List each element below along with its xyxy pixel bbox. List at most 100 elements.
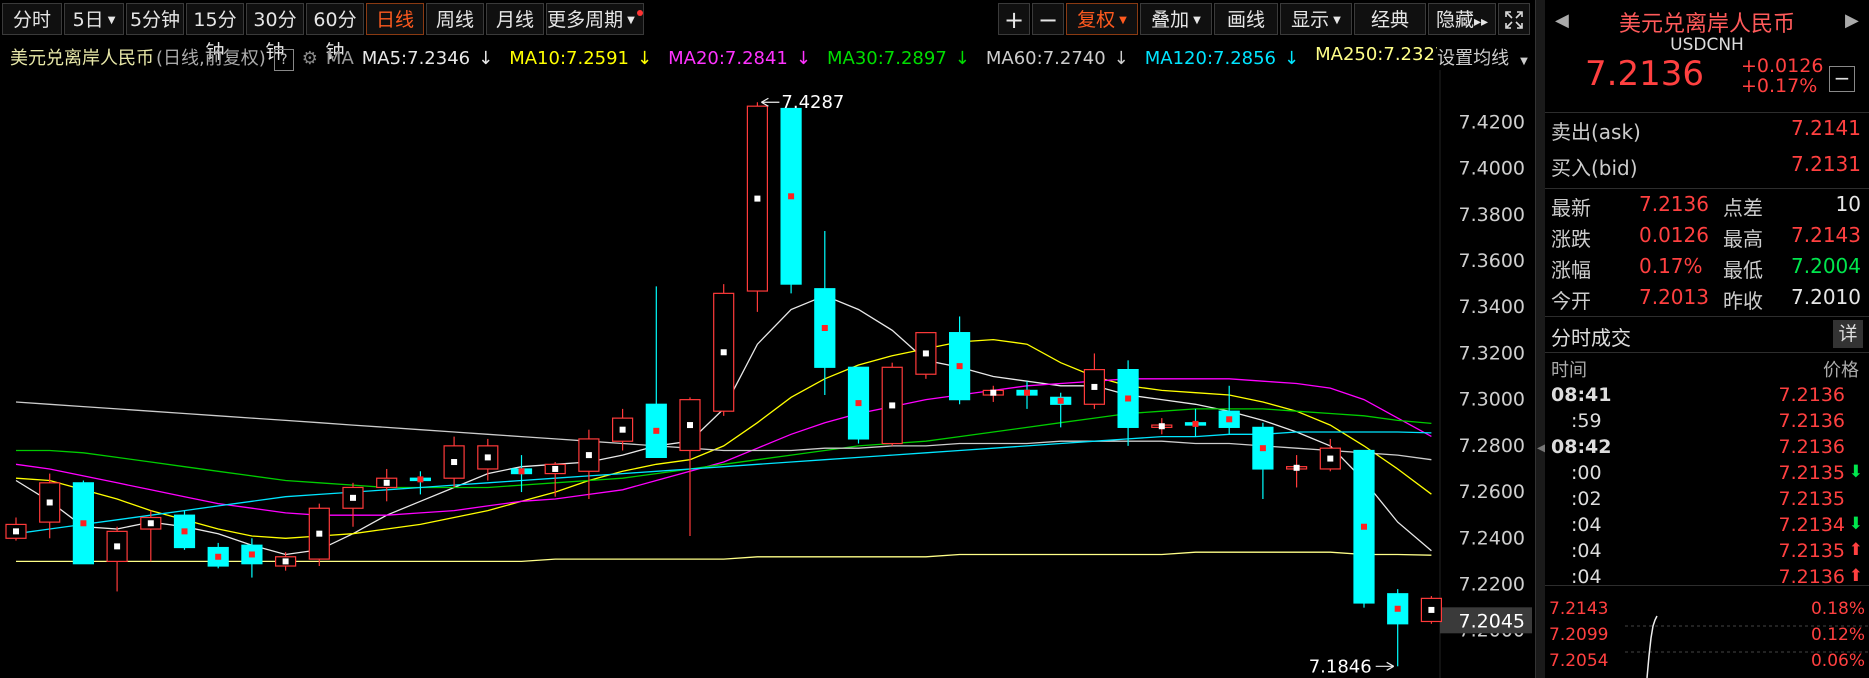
bid-row: 买入(bid) 7.2131 [1551,150,1861,180]
candle-marker [383,479,390,486]
candle [1151,418,1173,435]
classic-button[interactable]: 经典 [1354,3,1426,35]
hide-button[interactable]: 隐藏▸▸ [1428,3,1496,35]
y-tick-label: 7.2800 [1459,435,1525,457]
down-arrow-icon: ↓ [1113,48,1129,69]
ask-label: 卖出(ask) [1551,120,1641,144]
fullscreen-button[interactable] [1498,3,1530,35]
tab-5min[interactable]: 5分钟 [126,3,184,35]
ma5-value: MA5:7.2346 ↓ [362,48,501,69]
candle [275,552,297,571]
chevron-down-icon: ▼ [1333,14,1341,26]
tab-label: 日线 [375,9,414,31]
more-periods-button[interactable]: 更多周期 ▼ [546,3,644,35]
current-price-label: 7.2045 [1459,610,1525,632]
separator [1545,316,1869,317]
collapse-button[interactable]: − [1829,66,1855,92]
candle [308,503,330,567]
chevron-down-icon: ▼ [1520,56,1528,67]
candle-marker [1057,397,1064,404]
candles [5,102,1443,667]
candle-marker [619,426,626,433]
mini-pct-mid: 0.12% [1811,625,1865,645]
quote-panel: ◀ ▶ 美元兑离岸人民币 USDCNH 7.2136 +0.0126 +0.17… [1545,0,1869,678]
minus-icon: − [1037,6,1059,34]
candle [645,286,667,459]
candle-marker [80,520,87,527]
tab-monthly[interactable]: 月线 [486,3,544,35]
candle-marker [46,499,53,506]
down-arrow-icon: ↓ [795,48,811,69]
candle-marker [687,422,693,429]
stat-row: 涨幅 0.17% 最低 7.2004 [1551,252,1861,282]
chevron-down-icon: ▼ [1193,14,1201,26]
tab-intraday[interactable]: 分时 [2,3,62,35]
tick-direction-icon: ⬇ [1848,462,1863,482]
tick-direction-icon: ⬇ [1848,514,1863,534]
display-button[interactable]: 显示 ▼ [1280,3,1352,35]
tab-label: 周线 [435,9,474,31]
tick-price: 7.2135 [1778,462,1845,484]
candle [982,385,1004,402]
tab-label: 更多周期 [547,9,624,31]
candle [1387,589,1409,667]
zoom-out-button[interactable]: − [1032,3,1064,35]
tick-price: 7.2136 [1778,436,1845,458]
y-tick-label: 7.3600 [1459,250,1525,272]
candle-marker [417,476,424,483]
ma-settings-button[interactable]: 设置均线 ▼ [1437,48,1536,69]
mini-pct-top: 0.18% [1811,599,1865,619]
y-tick-label: 7.3800 [1459,204,1525,226]
adjust-button[interactable]: 复权 ▼ [1066,3,1138,35]
ma20-text: MA20:7.2841 [668,48,788,69]
stat-label: 点差 [1723,196,1763,220]
candlestick-chart[interactable]: 7.4200 7.4000 7.3800 7.3600 7.3400 7.3200 7.30… [0,70,1535,678]
ma120-value: MA120:7.2856 ↓ [1145,48,1307,69]
candle-marker [1361,523,1367,530]
draw-button[interactable]: 画线 [1214,3,1278,35]
candle [510,455,533,493]
y-tick-label: 7.3000 [1459,389,1525,411]
tab-5day[interactable]: 5日 ▼ [64,3,124,35]
candle [173,510,196,550]
detail-button[interactable]: 详 [1833,320,1863,348]
candle [1252,422,1274,500]
candle [376,468,398,502]
tab-daily[interactable]: 日线 [366,3,424,35]
ma30-value: MA30:7.2897 ↓ [827,48,978,69]
tab-60min[interactable]: 60分钟 [306,3,364,63]
overlay-button[interactable]: 叠加 ▼ [1140,3,1212,35]
candle-marker [1091,383,1098,390]
candle [1420,596,1443,624]
gear-icon[interactable]: ⚙ [302,48,318,69]
tab-weekly[interactable]: 周线 [426,3,484,35]
tab-30min[interactable]: 30分钟 [246,3,304,63]
candle [140,510,162,562]
ma-label: MA [325,48,354,69]
candle-marker [114,543,121,550]
stat-value: 7.2143 [1791,223,1861,247]
tab-label: 5分钟 [129,9,181,31]
candle [713,284,735,416]
toolbar: 分时 5日 ▼ 5分钟 15分钟 30分钟 60分钟 日线 周线 月线 更多周期 ▼… [0,0,1535,63]
stat-label: 最新 [1551,196,1591,220]
help-icon[interactable]: ? [273,49,294,71]
last-price: 7.2136 [1585,54,1704,94]
tick-price: 7.2135 [1778,540,1845,562]
high-marker-label: 7.4287 [781,92,844,113]
tick-row: :04 7.2135 ⬆ [1551,540,1863,566]
bid-value: 7.2131 [1791,152,1861,176]
zoom-in-button[interactable]: + [998,3,1030,35]
tick-direction-icon: ⬆ [1848,540,1863,560]
candle [679,397,701,536]
notification-dot [636,10,643,16]
button-label: 经典 [1370,9,1409,31]
tick-price: 7.2136 [1778,384,1845,406]
col-price-header: 价格 [1823,360,1859,381]
candle [1117,360,1139,446]
tab-label: 分时 [12,9,51,31]
y-tick-label: 7.3400 [1459,296,1525,318]
mini-price-mid: 7.2099 [1549,625,1608,645]
low-marker-label: 7.1846 [1309,656,1372,677]
tab-15min[interactable]: 15分钟 [186,3,244,63]
